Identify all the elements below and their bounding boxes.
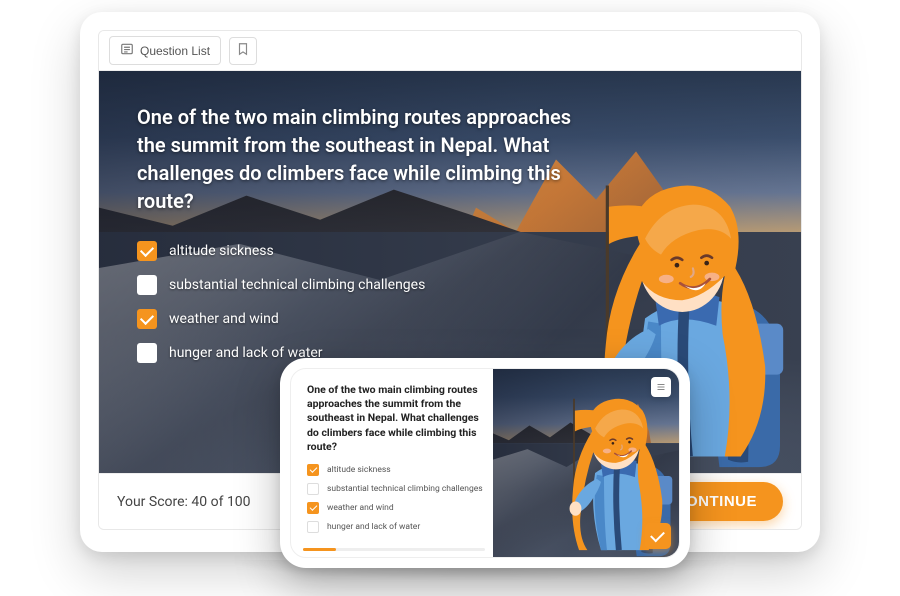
checkbox-icon bbox=[137, 309, 157, 329]
checkbox-icon bbox=[307, 483, 319, 495]
phone-question-text: One of the two main climbing routes appr… bbox=[307, 383, 485, 454]
phone-image-panel bbox=[493, 369, 679, 557]
checkbox-icon bbox=[307, 464, 319, 476]
checkbox-icon bbox=[137, 275, 157, 295]
list-icon bbox=[120, 42, 134, 59]
phone-menu-button[interactable] bbox=[651, 377, 671, 397]
phone-answer-option[interactable]: weather and wind bbox=[307, 502, 485, 514]
phone-screen: One of the two main climbing routes appr… bbox=[290, 368, 680, 558]
phone-answer-option[interactable]: altitude sickness bbox=[307, 464, 485, 476]
checkbox-icon bbox=[137, 241, 157, 261]
bookmark-button[interactable] bbox=[229, 37, 257, 65]
option-label: altitude sickness bbox=[169, 243, 274, 259]
score-text: Your Score: 40 of 100 bbox=[117, 494, 251, 510]
option-label: weather and wind bbox=[169, 311, 279, 327]
question-list-button[interactable]: Question List bbox=[109, 36, 221, 65]
phone-answer-options: altitude sickness substantial technical … bbox=[307, 464, 485, 533]
phone-answer-option[interactable]: substantial technical climbing challenge… bbox=[307, 483, 485, 495]
option-label: altitude sickness bbox=[327, 465, 391, 475]
phone-device-frame: One of the two main climbing routes appr… bbox=[280, 358, 690, 568]
bookmark-icon bbox=[236, 42, 250, 59]
phone-submit-button[interactable] bbox=[645, 523, 671, 549]
phone-question-panel: One of the two main climbing routes appr… bbox=[291, 369, 493, 557]
phone-answer-option[interactable]: hunger and lack of water bbox=[307, 521, 485, 533]
menu-icon bbox=[655, 378, 667, 397]
checkbox-icon bbox=[307, 521, 319, 533]
option-label: substantial technical climbing challenge… bbox=[169, 277, 425, 293]
checkbox-icon bbox=[137, 343, 157, 363]
option-label: hunger and lack of water bbox=[327, 522, 420, 532]
option-label: weather and wind bbox=[327, 503, 394, 513]
question-list-label: Question List bbox=[140, 44, 210, 58]
checkbox-icon bbox=[307, 502, 319, 514]
option-label: substantial technical climbing challenge… bbox=[327, 484, 483, 494]
phone-progress-bar bbox=[303, 548, 485, 551]
top-toolbar: Question List bbox=[99, 31, 801, 71]
